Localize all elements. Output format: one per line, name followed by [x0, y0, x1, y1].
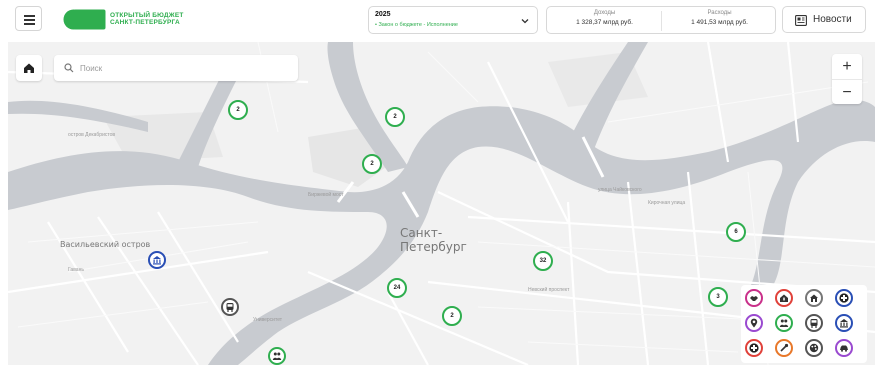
category-filter	[741, 285, 867, 363]
logo-mark-icon	[63, 9, 106, 30]
income-label: Доходы	[593, 10, 616, 16]
city-label: Санкт- Петербург	[400, 226, 467, 254]
cluster-marker[interactable]: 3	[708, 287, 728, 307]
filter-location[interactable]	[745, 314, 763, 332]
filter-house[interactable]	[805, 289, 823, 307]
house-icon	[810, 294, 818, 302]
filter-palette[interactable]	[805, 339, 823, 357]
cluster-marker[interactable]: 24	[387, 278, 407, 298]
menu-button[interactable]	[15, 6, 42, 31]
handshake-icon	[750, 296, 758, 301]
expense-summary: Расходы 1 491,53 млрд руб.	[662, 10, 777, 26]
house-fire-icon	[780, 294, 788, 302]
menu-icon-bar	[24, 23, 35, 25]
budget-summary: Доходы 1 328,37 млрд руб. Расходы 1 491,…	[546, 6, 776, 34]
filter-handshake[interactable]	[745, 289, 763, 307]
income-summary: Доходы 1 328,37 млрд руб.	[547, 10, 662, 26]
medical-cross-icon	[839, 293, 849, 303]
zoom-out-button[interactable]: −	[832, 79, 862, 104]
poi-people-marker[interactable]	[268, 347, 286, 365]
bank-icon	[840, 319, 848, 328]
location-pin-icon	[750, 318, 758, 328]
filter-bus[interactable]	[805, 314, 823, 332]
news-button[interactable]: Новости	[782, 6, 866, 33]
newspaper-icon	[795, 15, 807, 26]
map-area[interactable]: остров Декабристов Гавань улица Чайковск…	[8, 42, 875, 365]
map-label-nevsky: Невский проспект	[528, 287, 570, 293]
poi-bus-marker[interactable]	[221, 298, 239, 316]
zoom-control: + −	[832, 54, 862, 104]
bus-icon	[226, 303, 234, 312]
people-icon	[272, 352, 282, 360]
palette-icon	[809, 343, 819, 353]
people-icon	[779, 319, 789, 327]
home-icon	[24, 63, 34, 73]
filter-medical-blue[interactable]	[835, 289, 853, 307]
filter-car[interactable]	[835, 339, 853, 357]
chevron-down-icon	[521, 19, 529, 24]
budget-status: • Закон о бюджете - Исполнение	[375, 22, 458, 28]
menu-icon	[24, 15, 35, 17]
search-bar[interactable]	[54, 55, 298, 81]
cluster-marker[interactable]: 6	[726, 222, 746, 242]
map-label-chaikovskogo: улица Чайковского	[598, 187, 642, 193]
year-value: 2025	[375, 11, 391, 18]
map-label-birzhevoy: Биржевой мост	[308, 192, 344, 198]
map-label-dekabristov: остров Декабристов	[68, 132, 116, 138]
filter-people[interactable]	[775, 314, 793, 332]
cluster-marker[interactable]: 32	[533, 251, 553, 271]
tools-icon	[780, 343, 789, 352]
car-icon	[840, 345, 848, 352]
cluster-marker[interactable]: 2	[385, 107, 405, 127]
district-label: Васильевский остров	[60, 240, 151, 249]
home-button[interactable]	[16, 55, 42, 81]
logo-line-2: САНКТ-ПЕТЕРБУРГА	[110, 19, 180, 26]
search-icon	[64, 63, 74, 73]
filter-house-fire[interactable]	[775, 289, 793, 307]
logo-text: ОТКРЫТЫЙ БЮДЖЕТ САНКТ-ПЕТЕРБУРГА	[110, 12, 184, 26]
poi-bank-marker[interactable]	[148, 251, 166, 269]
bank-icon	[153, 256, 161, 265]
filter-bank[interactable]	[835, 314, 853, 332]
news-label: Новости	[813, 14, 852, 25]
cluster-marker[interactable]: 2	[228, 100, 248, 120]
logo[interactable]: ОТКРЫТЫЙ БЮДЖЕТ САНКТ-ПЕТЕРБУРГА	[62, 7, 212, 33]
expense-label: Расходы	[707, 10, 732, 16]
menu-icon-bar	[24, 19, 35, 21]
cluster-marker[interactable]: 2	[442, 306, 462, 326]
cluster-marker[interactable]: 2	[362, 154, 382, 174]
income-value: 1 328,37 млрд руб.	[576, 19, 633, 26]
filter-medical-red[interactable]	[745, 339, 763, 357]
map-label-university: Университет	[253, 317, 283, 323]
logo-line-1: ОТКРЫТЫЙ БЮДЖЕТ	[110, 12, 184, 19]
map-label-gavan: Гавань	[68, 267, 84, 273]
expense-value: 1 491,53 млрд руб.	[691, 19, 748, 26]
bus-icon	[810, 319, 818, 328]
top-header: ОТКРЫТЫЙ БЮДЖЕТ САНКТ-ПЕТЕРБУРГА 2025 • …	[0, 0, 889, 40]
map-label-kirochnaya: Кирочная улица	[648, 200, 686, 206]
zoom-in-button[interactable]: +	[832, 54, 862, 79]
search-input[interactable]	[80, 60, 280, 76]
budget-year-select[interactable]: 2025 • Закон о бюджете - Исполнение	[368, 6, 538, 34]
medical-cross-icon	[749, 343, 759, 353]
filter-tools[interactable]	[775, 339, 793, 357]
